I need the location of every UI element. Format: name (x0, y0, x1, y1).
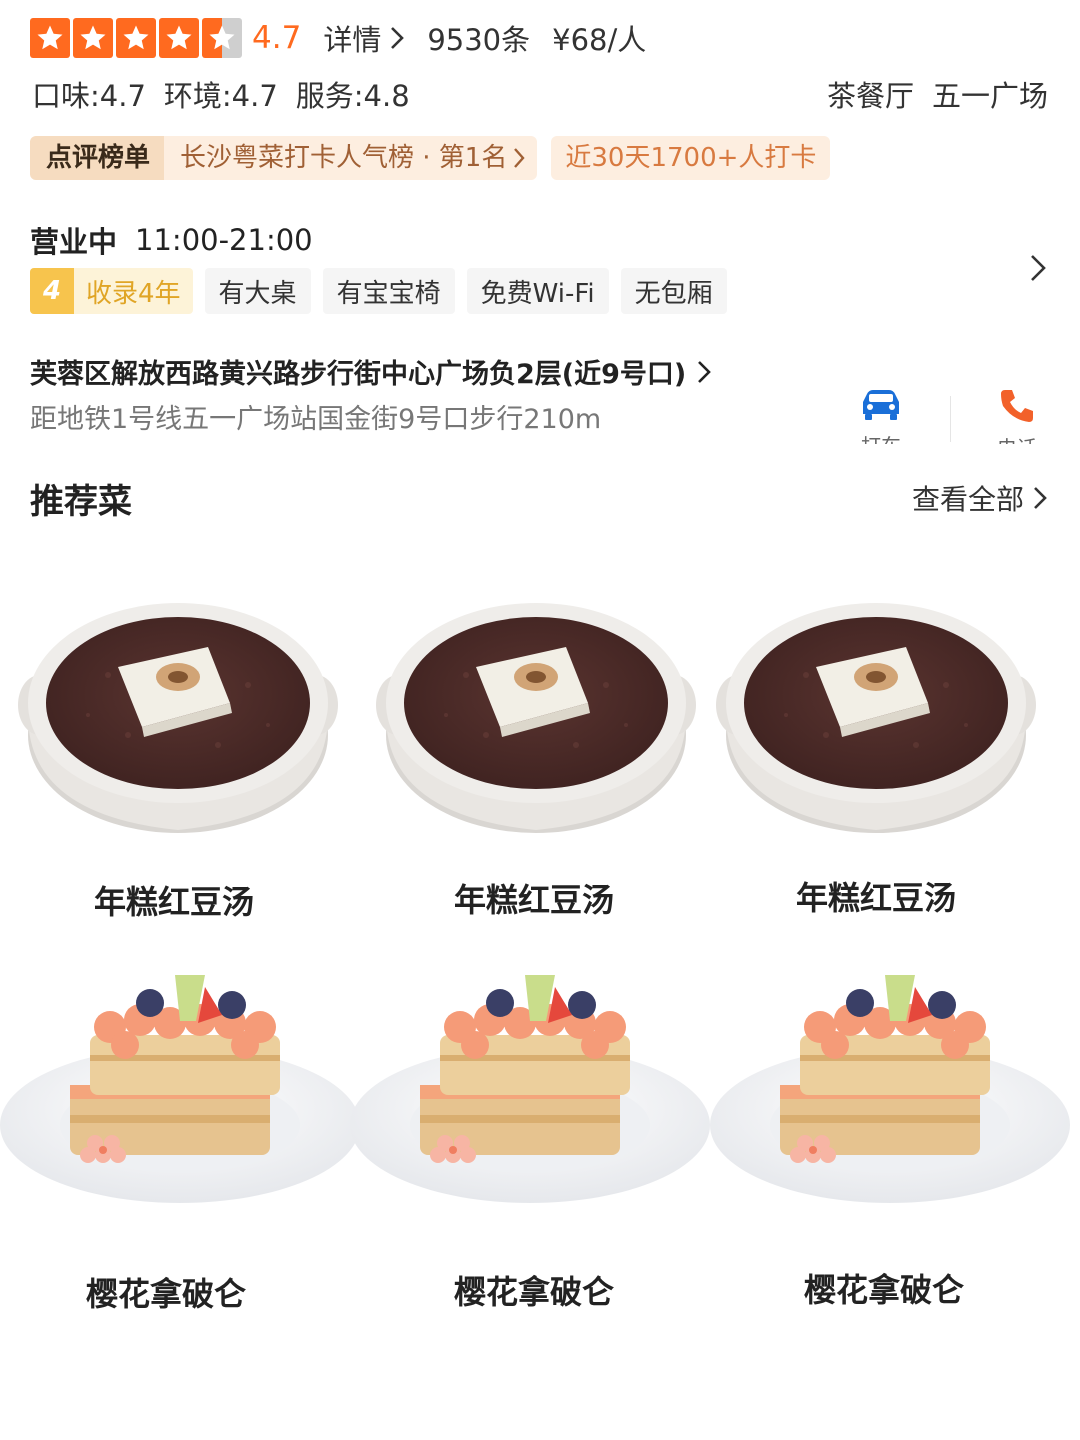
star-icon (159, 18, 199, 58)
chevron-right-icon (698, 360, 712, 383)
years-number: 4 (30, 268, 74, 314)
details-link[interactable]: 详情 (323, 17, 405, 59)
rating-row: 4.7 详情 9530条 ¥68/人 (30, 16, 646, 60)
dish-name: 年糕红豆汤 (94, 883, 255, 921)
address-link[interactable]: 芙蓉区解放西路黄兴路步行街中心广场负2层(近9号口) (30, 352, 712, 391)
address-text: 芙蓉区解放西路黄兴路步行街中心广场负2层(近9号口) (30, 359, 687, 390)
red-bean-soup-image (18, 585, 338, 835)
ranking-text: 长沙粤菜打卡人气榜 · 第1名 (180, 143, 508, 173)
hours-row: 营业中 11:00-21:00 (30, 218, 313, 262)
subway-distance: 距地铁1号线五一广场站国金街9号口步行210m (30, 404, 602, 435)
years-text: 收录4年 (86, 278, 181, 309)
ranking-row: 点评榜单 长沙粤菜打卡人气榜 · 第1名 近30天1700+人打卡 (30, 136, 831, 180)
star-icon (73, 18, 113, 58)
red-bean-soup-image (716, 585, 1036, 835)
napoleon-cake-image (710, 965, 1070, 1205)
chevron-right-icon[interactable] (1028, 252, 1048, 284)
dish-card[interactable]: 樱花拿破仑 (0, 965, 360, 1325)
subscores-row: 口味:4.7 环境:4.7 服务:4.8 (32, 72, 428, 116)
dish-name: 樱花拿破仑 (454, 1273, 615, 1311)
dish-card[interactable]: 年糕红豆汤 (0, 585, 360, 925)
recommended-title: 推荐菜 (30, 482, 132, 522)
dish-card[interactable]: 樱花拿破仑 (710, 965, 1070, 1325)
dish-card[interactable]: 年糕红豆汤 (700, 585, 1060, 925)
star-rating (30, 18, 242, 58)
see-all-link[interactable]: 查看全部 (912, 478, 1048, 518)
star-icon (30, 18, 70, 58)
see-all-label: 查看全部 (911, 483, 1024, 516)
category-row: 茶餐厅 五一广场 (809, 72, 1048, 116)
price-per-person: ¥68/人 (552, 23, 647, 57)
tags-row[interactable]: 4 收录4年 有大桌 有宝宝椅 免费Wi-Fi 无包厢 (30, 268, 727, 314)
ranking-text-wrap: 长沙粤菜打卡人气榜 · 第1名 (164, 136, 538, 180)
restaurant-area[interactable]: 五一广场 (932, 73, 1048, 115)
tag-item: 免费Wi-Fi (466, 268, 609, 314)
rating-score: 4.7 (252, 20, 302, 56)
opening-hours: 11:00-21:00 (135, 223, 313, 257)
service-score: 服务:4.8 (295, 79, 410, 113)
phone-button[interactable]: 电话 (972, 388, 1062, 444)
chevron-right-icon (1034, 487, 1047, 509)
phone-label: 电话 (997, 432, 1037, 444)
dish-name: 樱花拿破仑 (804, 1271, 965, 1309)
tag-item: 有大桌 (204, 268, 311, 314)
dish-card[interactable]: 年糕红豆汤 (360, 585, 720, 925)
restaurant-type[interactable]: 茶餐厅 (827, 73, 914, 115)
phone-icon (995, 388, 1039, 424)
years-badge: 4 收录4年 (30, 268, 193, 314)
taxi-label: 打车 (861, 430, 901, 444)
environment-score: 环境:4.7 (163, 79, 278, 113)
taxi-button[interactable]: 打车 (836, 388, 926, 444)
chevron-right-icon (391, 27, 405, 49)
ranking-label: 点评榜单 (30, 136, 165, 180)
ranking-badge[interactable]: 点评榜单 长沙粤菜打卡人气榜 · 第1名 (30, 136, 538, 180)
car-icon (859, 388, 903, 422)
napoleon-cake-image (0, 965, 360, 1205)
review-count[interactable]: 9530条 (427, 17, 530, 59)
chevron-right-icon (514, 148, 525, 168)
star-icon (116, 18, 156, 58)
checkin-badge[interactable]: 近30天1700+人打卡 (551, 136, 831, 180)
details-label: 详情 (323, 23, 382, 57)
dish-card[interactable]: 樱花拿破仑 (350, 965, 710, 1325)
dish-name: 年糕红豆汤 (454, 881, 615, 919)
taste-score: 口味:4.7 (32, 79, 146, 113)
napoleon-cake-image (350, 965, 710, 1205)
tag-item: 无包厢 (620, 268, 727, 314)
dish-name: 樱花拿破仑 (86, 1275, 247, 1313)
divider (950, 396, 951, 442)
open-status: 营业中 (30, 225, 118, 259)
half-star-icon (202, 18, 242, 58)
red-bean-soup-image (376, 585, 696, 835)
dish-name: 年糕红豆汤 (796, 879, 957, 917)
tag-item: 有宝宝椅 (322, 268, 455, 314)
